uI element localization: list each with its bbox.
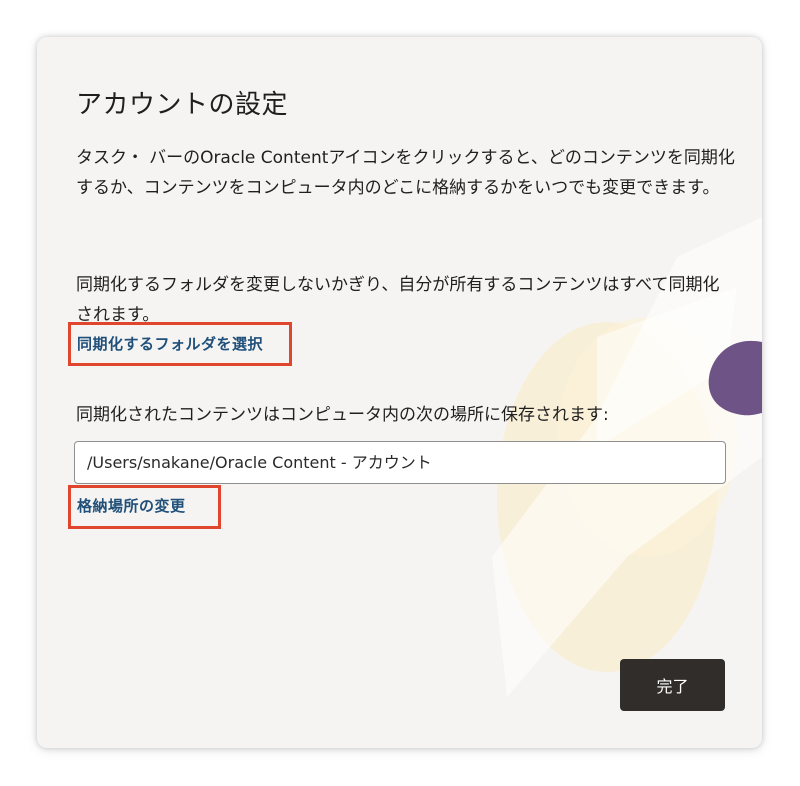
sync-info-text: 同期化するフォルダを変更しないかぎり、自分が所有するコンテンツはすべて同期化され… bbox=[76, 275, 720, 325]
account-settings-dialog: アカウントの設定 タスク・ バーのOracle Contentアイコンをクリック… bbox=[37, 37, 762, 748]
yellow-blob-decoration bbox=[497, 322, 717, 672]
dialog-title: アカウントの設定 bbox=[76, 90, 289, 120]
change-location-link[interactable]: 格納場所の変更 bbox=[77, 495, 186, 516]
storage-path-field[interactable]: /Users/snakane/Oracle Content - アカウント bbox=[74, 441, 726, 484]
storage-info-text: 同期化されたコンテンツはコンピュータ内の次の場所に保存されます: bbox=[76, 405, 609, 425]
intro-text: タスク・ バーのOracle Contentアイコンをクリックすると、どのコンテ… bbox=[76, 148, 735, 198]
select-folders-link[interactable]: 同期化するフォルダを選択 bbox=[77, 333, 263, 354]
done-button[interactable]: 完了 bbox=[620, 659, 725, 711]
